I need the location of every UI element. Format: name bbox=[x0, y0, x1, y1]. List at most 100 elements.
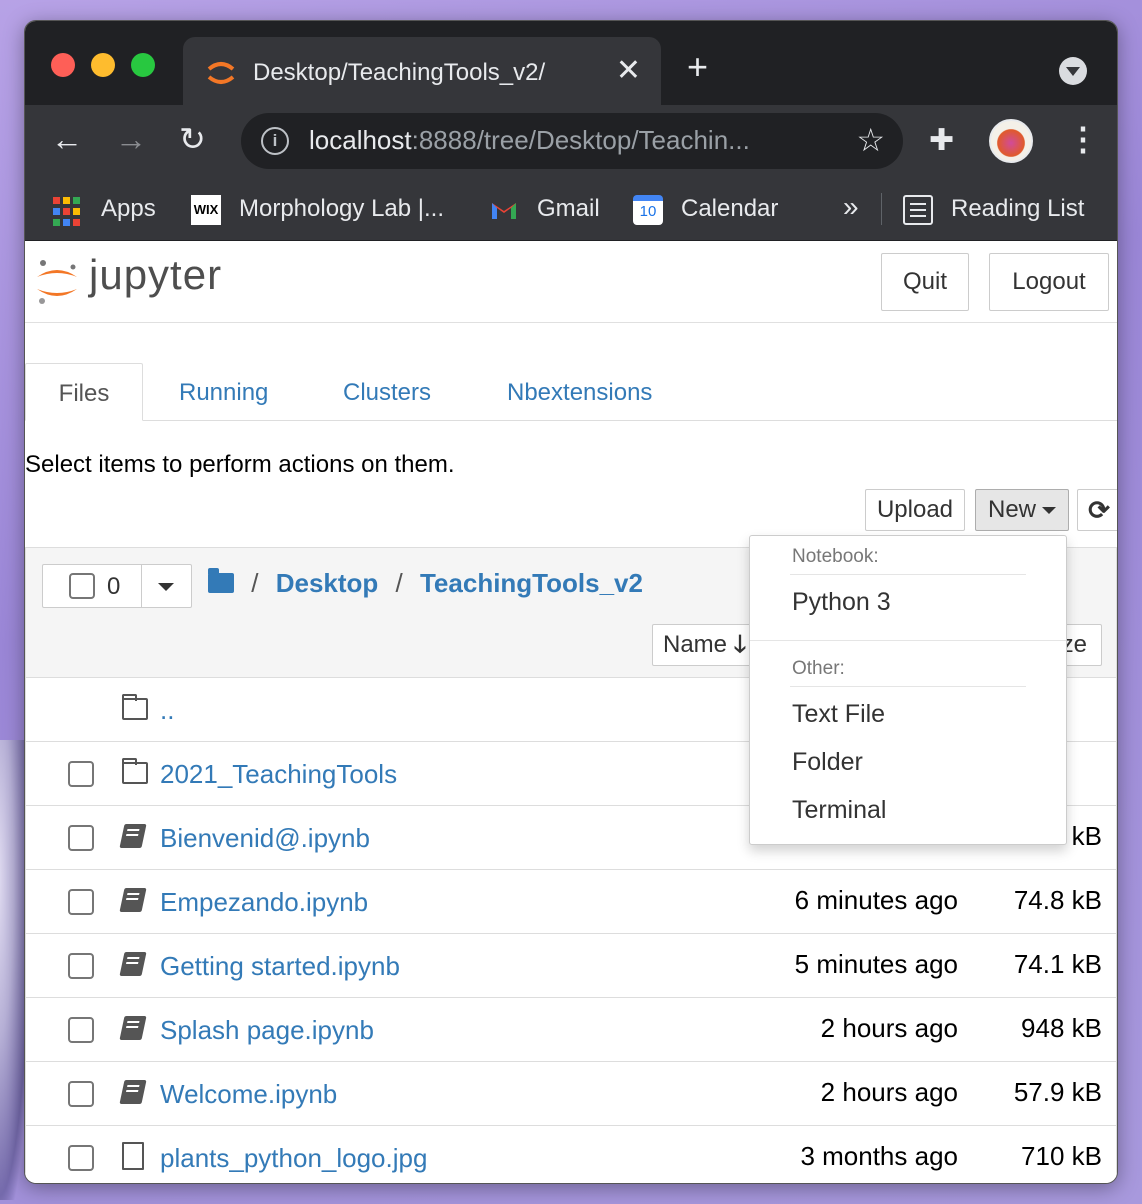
caret-down-icon bbox=[1042, 507, 1056, 515]
file-size: 74.1 kB bbox=[1013, 949, 1102, 979]
reload-icon[interactable]: ↻ bbox=[179, 121, 206, 157]
bookmark-star-icon[interactable]: ☆ bbox=[856, 121, 885, 159]
file-name[interactable]: Splash page.ipynb bbox=[160, 1015, 374, 1046]
breadcrumb-teachingtools[interactable]: TeachingTools_v2 bbox=[420, 568, 643, 598]
bookmark-gmail[interactable]: Gmail bbox=[537, 195, 600, 223]
folder-home-icon[interactable] bbox=[208, 568, 234, 594]
file-name[interactable]: plants_python_logo.jpg bbox=[160, 1143, 427, 1174]
calendar-icon: 10 bbox=[633, 195, 663, 225]
bookmark-calendar[interactable]: Calendar bbox=[681, 195, 778, 223]
file-name[interactable]: Welcome.ipynb bbox=[160, 1079, 337, 1110]
tab-search-button[interactable] bbox=[1059, 57, 1087, 85]
notebook-icon bbox=[119, 952, 147, 976]
wix-icon: WIX bbox=[191, 195, 221, 225]
select-menu-chevron-icon[interactable] bbox=[141, 565, 191, 607]
jupyter-header: jupyter Quit Logout bbox=[25, 241, 1117, 323]
row-checkbox[interactable] bbox=[68, 825, 94, 851]
file-size: 710 kB bbox=[1021, 1141, 1102, 1171]
select-all-checkbox[interactable] bbox=[69, 573, 95, 599]
jupyter-page: jupyter Quit Logout Files Running Cluste… bbox=[25, 241, 1117, 1183]
refresh-icon[interactable]: ⟳ bbox=[1077, 489, 1117, 531]
file-icon bbox=[122, 1142, 144, 1170]
menu-divider bbox=[750, 640, 1066, 641]
file-size: 948 kB bbox=[1021, 1013, 1102, 1043]
new-dropdown-button[interactable]: New bbox=[975, 489, 1069, 531]
notebook-icon bbox=[119, 1016, 147, 1040]
jupyter-logo-icon[interactable] bbox=[35, 257, 79, 307]
reading-list-icon bbox=[903, 195, 933, 225]
logout-button[interactable]: Logout bbox=[989, 253, 1109, 311]
file-name[interactable]: Getting started.ipynb bbox=[160, 951, 400, 982]
tab-strip: Desktop/TeachingTools_v2/ ✕ + bbox=[25, 21, 1117, 105]
list-item[interactable]: Splash page.ipynb 2 hours ago 948 kB bbox=[26, 998, 1116, 1062]
back-arrow-icon[interactable]: ← bbox=[51, 121, 83, 157]
tab-title: Desktop/TeachingTools_v2/ bbox=[253, 59, 546, 86]
bookmark-reading-list[interactable]: Reading List bbox=[951, 195, 1084, 223]
bookmark-morphology-lab[interactable]: Morphology Lab |... bbox=[239, 195, 444, 223]
close-window-button[interactable] bbox=[51, 53, 75, 77]
breadcrumb: / Desktop / TeachingTools_v2 bbox=[208, 568, 643, 599]
row-checkbox[interactable] bbox=[68, 1081, 94, 1107]
notebook-icon bbox=[119, 1080, 147, 1104]
file-modified: 2 hours ago bbox=[820, 1013, 958, 1043]
url-text[interactable]: localhost:8888/tree/Desktop/Teachin... bbox=[309, 125, 750, 156]
tab-running[interactable]: Running bbox=[179, 363, 268, 421]
profile-avatar[interactable] bbox=[989, 119, 1033, 163]
file-modified: 2 hours ago bbox=[820, 1077, 958, 1107]
row-checkbox[interactable] bbox=[68, 953, 94, 979]
minimize-window-button[interactable] bbox=[91, 53, 115, 77]
new-button-label: New bbox=[987, 496, 1036, 523]
new-tab-button[interactable]: + bbox=[687, 47, 708, 87]
selected-count: 0 bbox=[107, 573, 121, 600]
menu-item-text-file[interactable]: Text File bbox=[792, 700, 885, 729]
row-checkbox[interactable] bbox=[68, 1017, 94, 1043]
tab-nbextensions[interactable]: Nbextensions bbox=[507, 363, 652, 421]
file-name[interactable]: Bienvenid@.ipynb bbox=[160, 823, 370, 854]
file-size: 74.8 kB bbox=[1013, 885, 1102, 915]
jupyter-tabs: Files Running Clusters Nbextensions bbox=[25, 363, 1117, 421]
quit-button[interactable]: Quit bbox=[881, 253, 969, 311]
menu-item-terminal[interactable]: Terminal bbox=[792, 796, 886, 825]
menu-item-folder[interactable]: Folder bbox=[792, 748, 863, 777]
file-modified: 3 months ago bbox=[800, 1141, 958, 1171]
jupyter-wordmark[interactable]: jupyter bbox=[89, 251, 222, 299]
menu-item-python3[interactable]: Python 3 bbox=[792, 588, 891, 617]
menu-header-notebook: Notebook: bbox=[792, 546, 879, 567]
upload-button[interactable]: Upload bbox=[865, 489, 965, 531]
maximize-window-button[interactable] bbox=[131, 53, 155, 77]
list-item[interactable]: Welcome.ipynb 2 hours ago 57.9 kB bbox=[26, 1062, 1116, 1126]
more-bookmarks-chevron-icon[interactable]: » bbox=[843, 191, 859, 223]
bookmark-apps[interactable]: Apps bbox=[101, 195, 156, 223]
menu-header-underline bbox=[790, 574, 1026, 575]
close-tab-icon[interactable]: ✕ bbox=[616, 53, 641, 89]
extensions-puzzle-icon[interactable]: ✚ bbox=[929, 123, 954, 158]
list-item[interactable]: Getting started.ipynb 5 minutes ago 74.1… bbox=[26, 934, 1116, 998]
row-checkbox[interactable] bbox=[68, 1145, 94, 1171]
menu-header-underline bbox=[790, 686, 1026, 687]
list-item[interactable]: Empezando.ipynb 6 minutes ago 74.8 kB bbox=[26, 870, 1116, 934]
address-bar[interactable]: i localhost:8888/tree/Desktop/Teachin...… bbox=[241, 113, 903, 169]
browser-tab[interactable]: Desktop/TeachingTools_v2/ ✕ bbox=[183, 37, 661, 105]
file-modified: 5 minutes ago bbox=[794, 949, 958, 979]
tab-clusters[interactable]: Clusters bbox=[343, 363, 431, 421]
tab-files[interactable]: Files bbox=[25, 363, 143, 421]
folder-icon bbox=[122, 758, 148, 784]
list-item[interactable]: plants_python_logo.jpg 3 months ago 710 … bbox=[26, 1126, 1116, 1183]
notebook-icon bbox=[119, 888, 147, 912]
row-checkbox[interactable] bbox=[68, 889, 94, 915]
row-checkbox[interactable] bbox=[68, 761, 94, 787]
info-icon[interactable]: i bbox=[261, 127, 289, 155]
browser-toolbar: ← → ↻ i localhost:8888/tree/Desktop/Teac… bbox=[25, 105, 1117, 177]
select-all-group[interactable]: 0 bbox=[42, 564, 192, 608]
file-size: kB bbox=[1071, 821, 1102, 851]
browser-menu-icon[interactable]: ⋮ bbox=[1067, 119, 1099, 159]
bookmarks-separator bbox=[881, 193, 882, 225]
file-name[interactable]: Empezando.ipynb bbox=[160, 887, 368, 918]
file-name[interactable]: .. bbox=[160, 695, 174, 726]
arrow-down-icon: 🡓 bbox=[733, 631, 747, 658]
breadcrumb-desktop[interactable]: Desktop bbox=[276, 568, 379, 598]
folder-icon bbox=[122, 694, 148, 720]
bookmarks-bar: Apps WIX Morphology Lab |... Gmail 10 Ca… bbox=[25, 177, 1117, 241]
forward-arrow-icon[interactable]: → bbox=[115, 121, 147, 157]
file-name[interactable]: 2021_TeachingTools bbox=[160, 759, 397, 790]
